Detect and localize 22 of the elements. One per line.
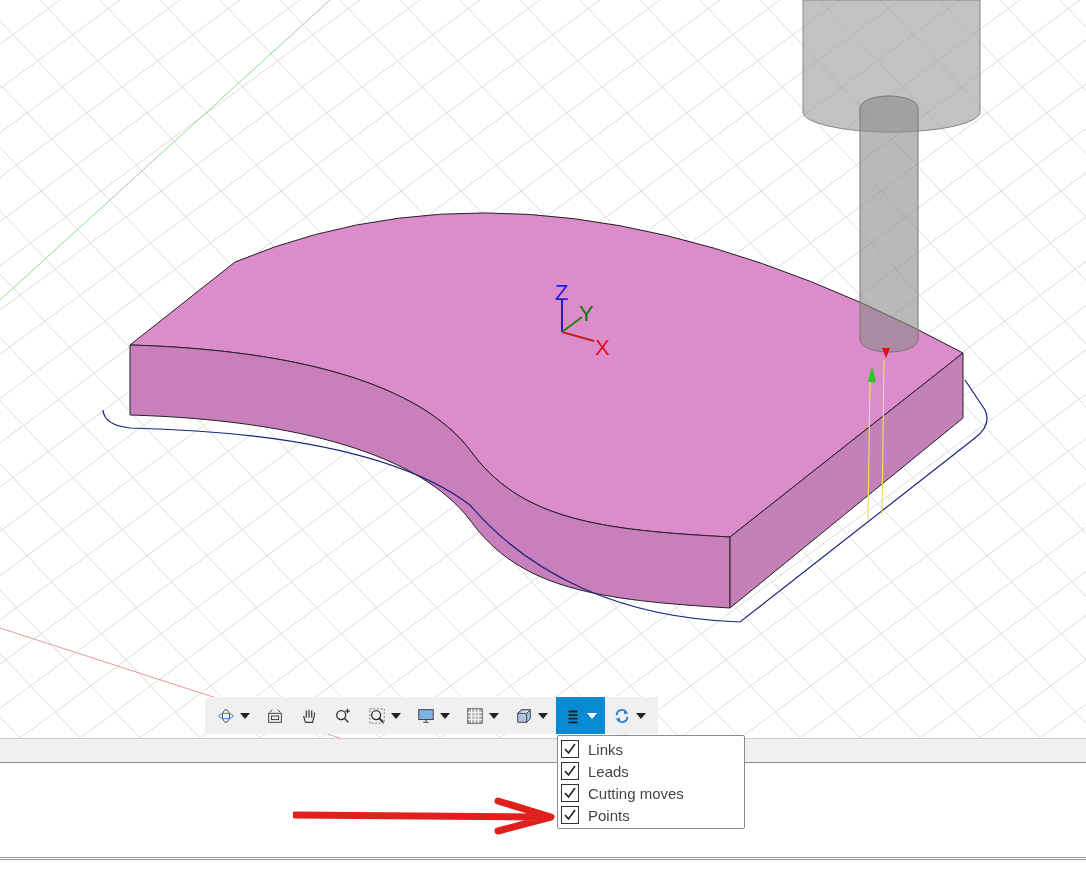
menu-item[interactable]: Points xyxy=(558,804,744,826)
3d-viewport[interactable]: Z Y X xyxy=(0,0,1086,738)
orbit-icon xyxy=(217,706,235,725)
axis-label: X xyxy=(595,335,610,360)
arrow-icon xyxy=(882,348,890,358)
checkbox[interactable] xyxy=(561,740,579,758)
cube-icon xyxy=(515,706,533,725)
checkbox[interactable] xyxy=(561,762,579,780)
zoom-icon xyxy=(334,706,352,725)
axis-label: Y xyxy=(579,301,594,326)
axis-label: Z xyxy=(555,280,569,305)
checkbox[interactable] xyxy=(561,806,579,824)
menu-item[interactable]: Cutting moves xyxy=(558,782,744,804)
grid-icon xyxy=(466,706,484,725)
monitor-icon xyxy=(417,706,435,725)
checkbox[interactable] xyxy=(561,784,579,802)
menu-item[interactable]: Links xyxy=(558,738,744,760)
refresh-icon xyxy=(613,706,631,725)
zoom-window-icon xyxy=(368,706,386,725)
axis-triad-icon xyxy=(561,299,595,342)
menu-item[interactable]: Leads xyxy=(558,760,744,782)
arrow-icon xyxy=(868,366,876,382)
